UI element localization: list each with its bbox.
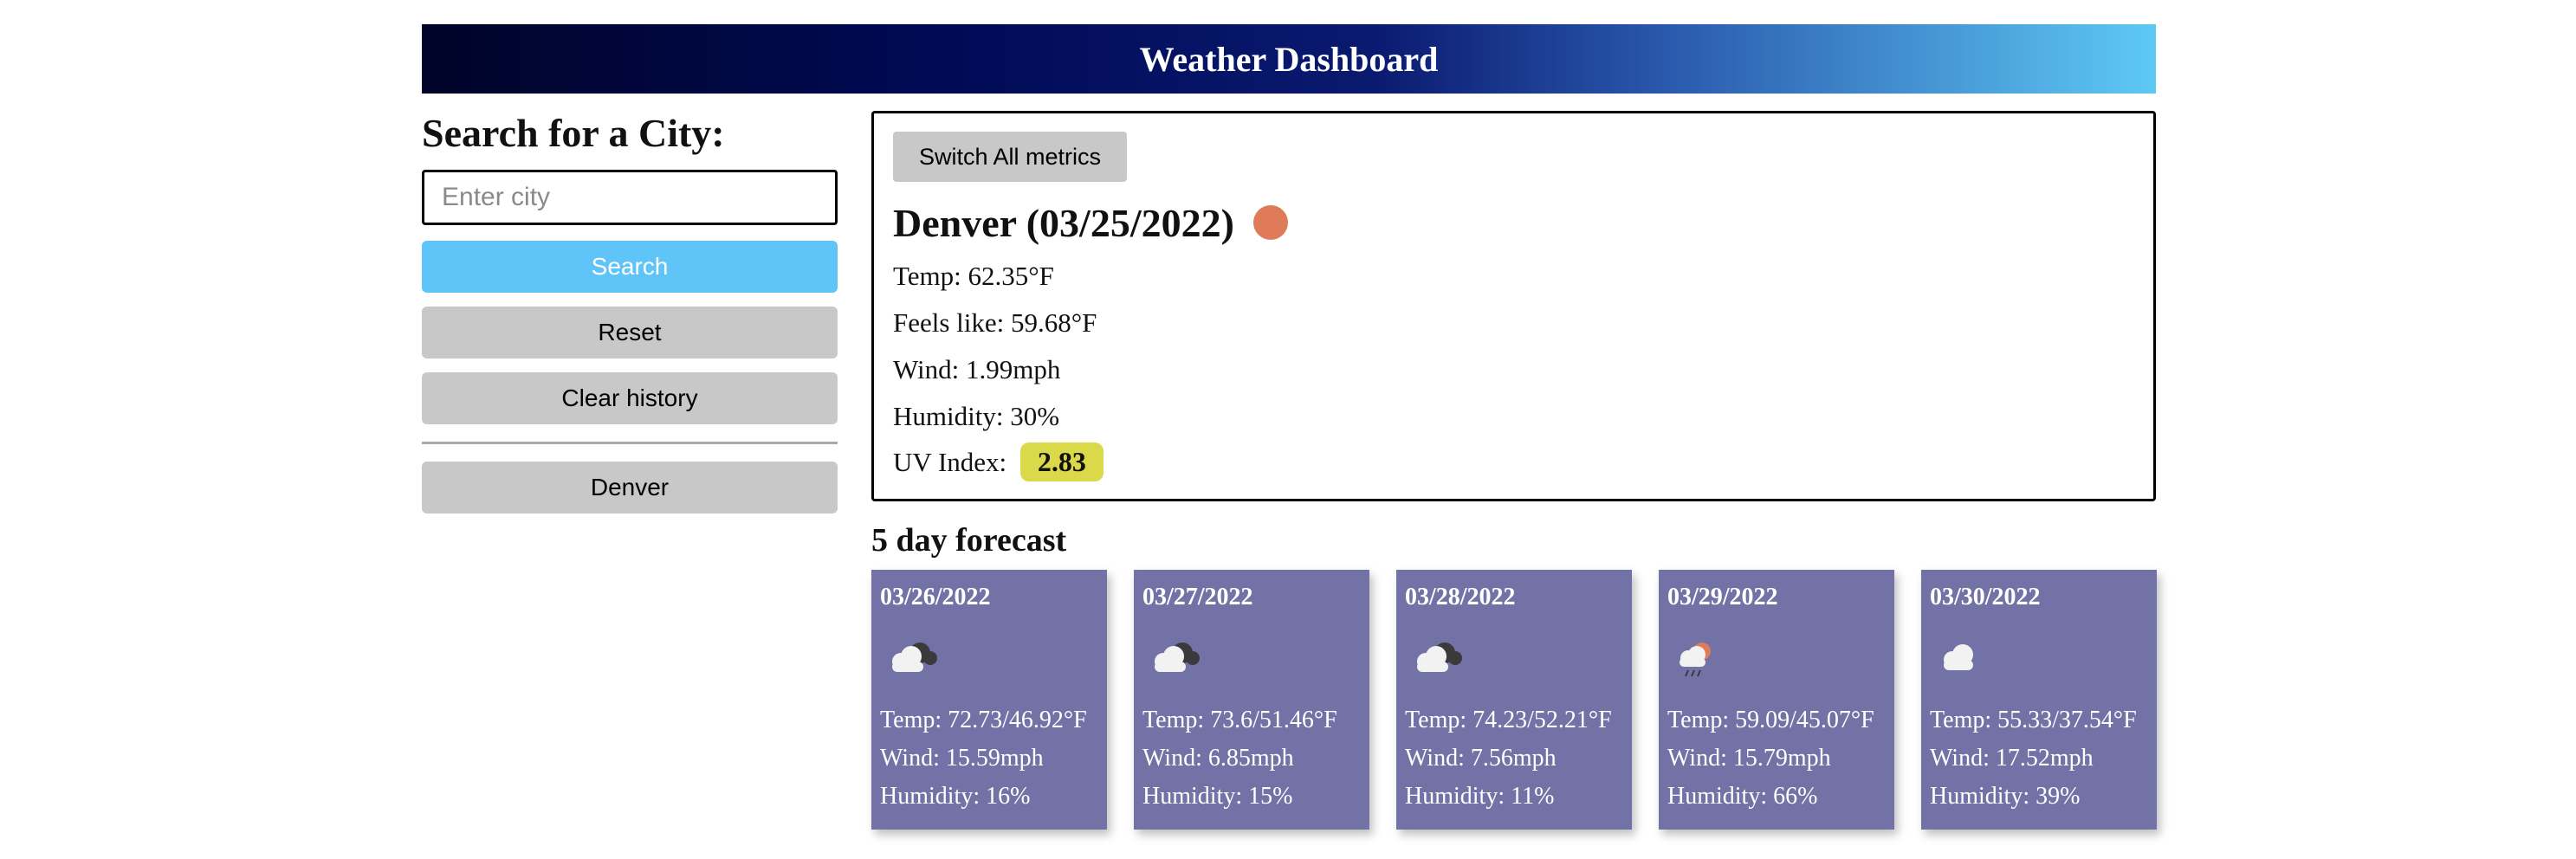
reset-button[interactable]: Reset	[422, 307, 838, 358]
forecast-card: 03/26/2022 Temp: 72.73/46.92°F Wind: 15.…	[871, 570, 1107, 830]
switch-metrics-button[interactable]: Switch All metrics	[893, 132, 1127, 182]
forecast-humidity: Humidity: 66%	[1667, 783, 1818, 810]
sidebar-divider	[422, 442, 838, 444]
forecast-title: 5 day forecast	[871, 522, 1067, 559]
search-button[interactable]: Search	[422, 241, 838, 293]
city-date-label: Denver (03/25/2022)	[893, 200, 1234, 245]
cloud-icon	[1944, 644, 1973, 670]
forecast-humidity: Humidity: 15%	[1142, 783, 1293, 810]
forecast-date: 03/26/2022	[880, 584, 991, 610]
forecast-temp: Temp: 73.6/51.46°F	[1142, 707, 1337, 733]
forecast-humidity: Humidity: 39%	[1930, 783, 2081, 810]
forecast-humidity: Humidity: 11%	[1405, 783, 1555, 810]
history-item-denver[interactable]: Denver	[422, 462, 838, 513]
forecast-date: 03/29/2022	[1667, 584, 1778, 610]
forecast-temp: Temp: 59.09/45.07°F	[1667, 707, 1874, 733]
forecast-temp: Temp: 55.33/37.54°F	[1930, 707, 2137, 733]
cloudy-icon	[1155, 643, 1200, 672]
clear-history-button[interactable]: Clear history	[422, 372, 838, 424]
forecast-date: 03/28/2022	[1405, 584, 1516, 610]
forecast-wind: Wind: 15.79mph	[1667, 745, 1831, 772]
search-heading: Search for a City:	[422, 111, 725, 155]
forecast-humidity: Humidity: 16%	[880, 783, 1031, 810]
city-search-input[interactable]	[422, 170, 838, 225]
rain-sun-icon	[1680, 643, 1711, 677]
forecast-card: 03/28/2022 Temp: 74.23/52.21°F Wind: 7.5…	[1396, 570, 1632, 830]
cloudy-icon	[892, 643, 937, 672]
current-temp: Temp: 62.35°F	[893, 261, 1054, 291]
forecast-card: 03/29/2022 Temp: 59.09/45.07°F Wind: 15.…	[1659, 570, 1894, 830]
current-humidity: Humidity: 30%	[893, 401, 1060, 431]
forecast-card: 03/27/2022 Temp: 73.6/51.46°F Wind: 6.85…	[1134, 570, 1369, 830]
app-title: Weather Dashboard	[1139, 39, 1439, 79]
forecast-temp: Temp: 74.23/52.21°F	[1405, 707, 1612, 733]
forecast-temp: Temp: 72.73/46.92°F	[880, 707, 1087, 733]
uv-index-row: UV Index: 2.83	[893, 442, 1104, 481]
forecast-date: 03/30/2022	[1930, 584, 2041, 610]
forecast-date: 03/27/2022	[1142, 584, 1253, 610]
forecast-wind: Wind: 6.85mph	[1142, 745, 1294, 772]
uv-index-badge: 2.83	[1019, 442, 1104, 481]
forecast-row: 03/26/2022 Temp: 72.73/46.92°F Wind: 15.…	[871, 570, 2157, 830]
uv-index-label: UV Index:	[893, 447, 1007, 477]
forecast-wind: Wind: 17.52mph	[1930, 745, 2094, 772]
forecast-wind: Wind: 7.56mph	[1405, 745, 1557, 772]
forecast-card: 03/30/2022 Temp: 55.33/37.54°F Wind: 17.…	[1921, 570, 2157, 830]
cloudy-icon	[1417, 643, 1462, 672]
app-header: Weather Dashboard	[422, 24, 2156, 94]
weather-status-icon	[1252, 205, 1288, 240]
forecast-wind: Wind: 15.59mph	[880, 745, 1044, 772]
current-feels-like: Feels like: 59.68°F	[893, 307, 1097, 338]
search-sidebar: Search for a City: Search Reset Clear hi…	[422, 106, 838, 513]
current-wind: Wind: 1.99mph	[893, 354, 1061, 384]
current-city-title: Denver (03/25/2022)	[893, 195, 1288, 250]
current-weather-panel: Switch All metrics Denver (03/25/2022) T…	[871, 111, 2156, 501]
